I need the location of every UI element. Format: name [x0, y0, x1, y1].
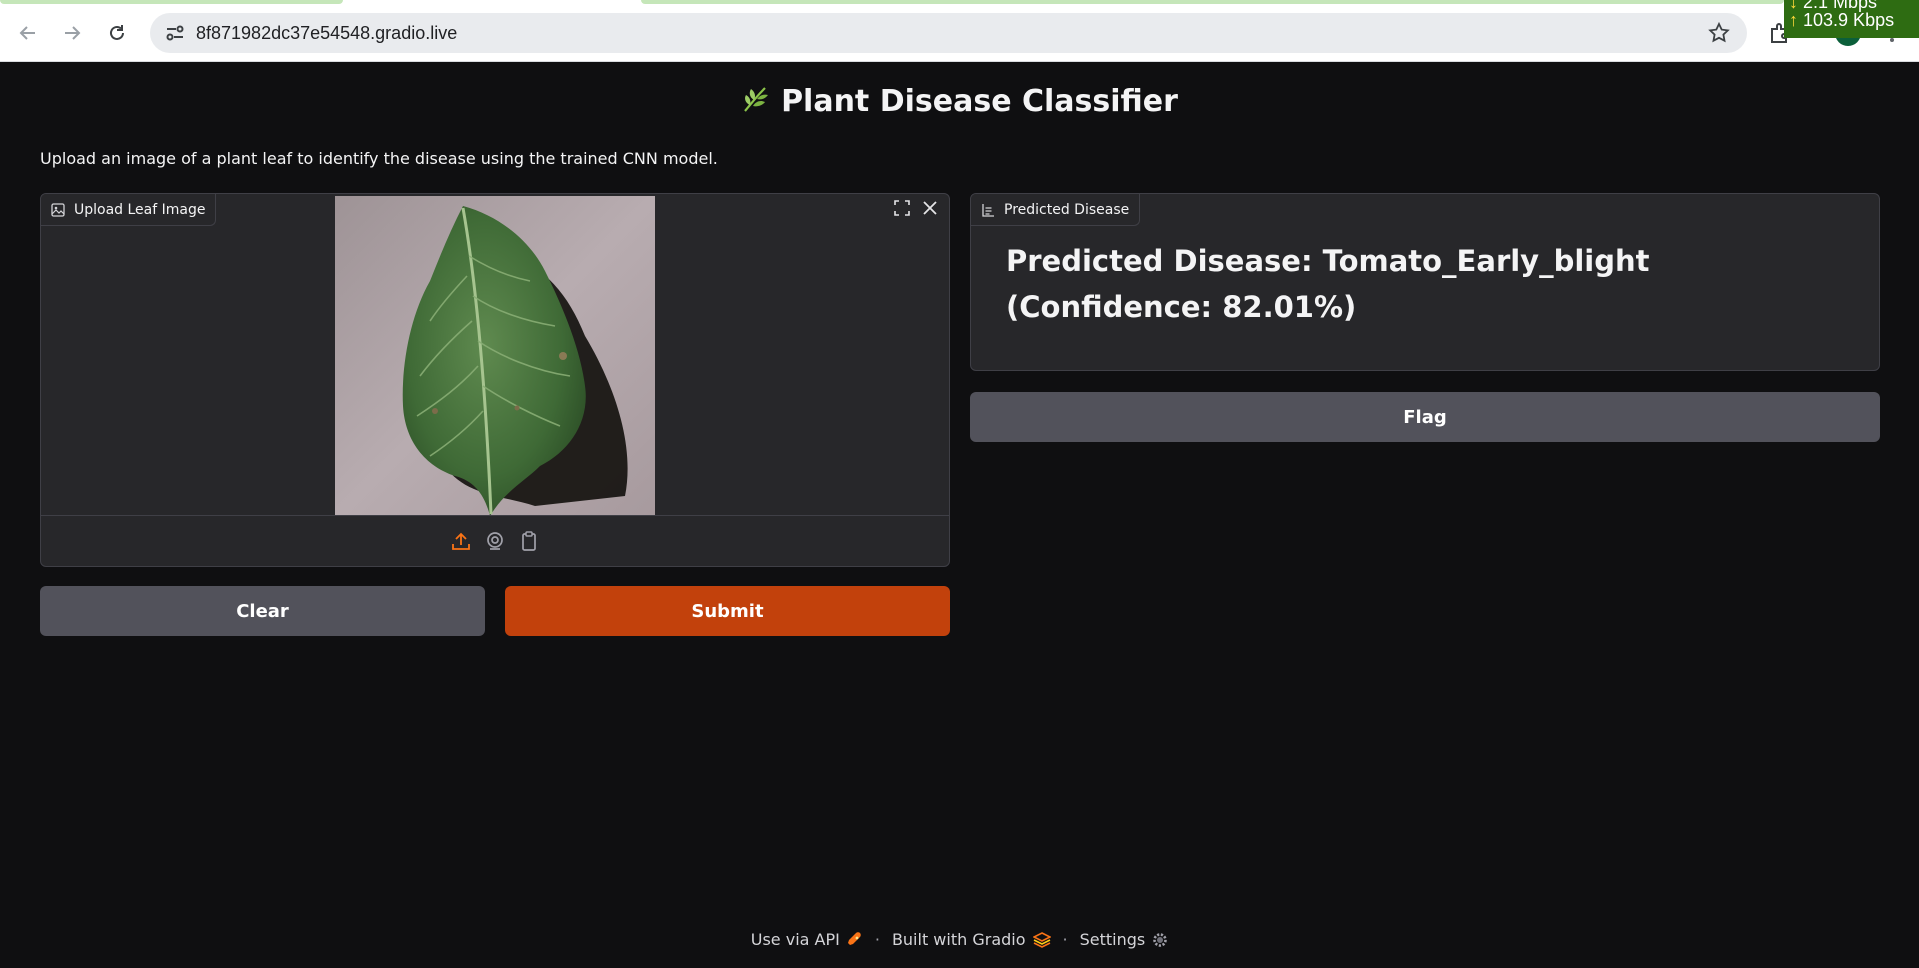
reload-icon — [110, 25, 124, 40]
built-with-gradio-label: Built with Gradio — [891, 930, 1026, 949]
image-icon — [51, 202, 65, 217]
image-source-bar — [41, 515, 949, 566]
gear-icon — [1153, 932, 1168, 947]
image-input-panel[interactable]: Upload Leaf Image — [40, 193, 950, 567]
image-input-label-text: Upload Leaf Image — [74, 201, 206, 218]
settings-label: Settings — [1079, 930, 1146, 949]
clear-image-button[interactable] — [919, 197, 941, 219]
text-lines-icon — [982, 203, 994, 217]
webcam-icon — [487, 532, 503, 550]
page-title-text: Plant Disease Classifier — [781, 84, 1178, 119]
site-info-icon — [166, 25, 184, 41]
leaf-image-preview — [335, 196, 655, 516]
reload-button[interactable] — [102, 18, 132, 48]
built-with-gradio-link[interactable]: Built with Gradio — [892, 930, 1051, 949]
bookmark-button[interactable] — [1707, 21, 1731, 45]
prediction-output-label: Predicted Disease — [971, 194, 1141, 226]
footer-separator-1: · — [874, 930, 880, 949]
clipboard-icon — [522, 531, 536, 551]
clear-button[interactable]: Clear — [40, 586, 485, 636]
footer-separator-2: · — [1062, 930, 1068, 949]
upload-icon — [452, 532, 470, 550]
bookmark-star-icon — [1708, 21, 1730, 43]
net-upload: 103.9 Kbps — [1803, 10, 1895, 30]
gradio-logo-icon — [1032, 931, 1051, 948]
upload-arrow-icon: ↑ — [1789, 10, 1798, 30]
image-tools — [891, 197, 941, 219]
fullscreen-button[interactable] — [891, 197, 913, 219]
image-input-label: Upload Leaf Image — [41, 194, 217, 226]
prediction-output-label-text: Predicted Disease — [1004, 201, 1130, 218]
submit-button[interactable]: Submit — [505, 586, 950, 636]
tab-indicator-left — [0, 0, 343, 4]
use-via-api-label: Use via API — [750, 930, 840, 949]
clipboard-source-button[interactable] — [518, 530, 540, 552]
fullscreen-icon — [894, 200, 910, 216]
site-info-button[interactable] — [162, 21, 188, 45]
use-via-api-link[interactable]: Use via API — [751, 930, 863, 949]
prediction-output-panel: Predicted Disease Predicted Disease: Tom… — [970, 193, 1880, 371]
rocket-icon — [847, 931, 861, 945]
forward-button[interactable] — [57, 18, 87, 48]
url-text[interactable]: 8f871982dc37e54548.gradio.live — [196, 23, 457, 44]
network-speed-widget: ↓ 2.1 Mbps ↑ 103.9 Kbps — [1784, 0, 1919, 38]
tab-indicator-right — [641, 0, 1784, 4]
herb-icon — [741, 84, 771, 122]
close-icon — [923, 201, 937, 215]
app-description: Upload an image of a plant leaf to ident… — [40, 149, 718, 168]
address-bar[interactable]: 8f871982dc37e54548.gradio.live — [150, 13, 1747, 53]
upload-source-button[interactable] — [450, 530, 472, 552]
back-arrow-icon — [19, 26, 35, 40]
webcam-source-button[interactable] — [484, 530, 506, 552]
settings-link[interactable]: Settings — [1080, 930, 1169, 949]
browser-chrome: 8f871982dc37e54548.gradio.live K ↓ 2.1 M… — [0, 0, 1919, 62]
back-button[interactable] — [13, 18, 43, 48]
footer: Use via API · Built with Gradio · Settin… — [0, 930, 1919, 949]
flag-button[interactable]: Flag — [970, 392, 1880, 442]
page-title: Plant Disease Classifier — [0, 84, 1919, 122]
prediction-result-text: Predicted Disease: Tomato_Early_blight (… — [1006, 244, 1650, 324]
forward-arrow-icon — [65, 26, 81, 40]
